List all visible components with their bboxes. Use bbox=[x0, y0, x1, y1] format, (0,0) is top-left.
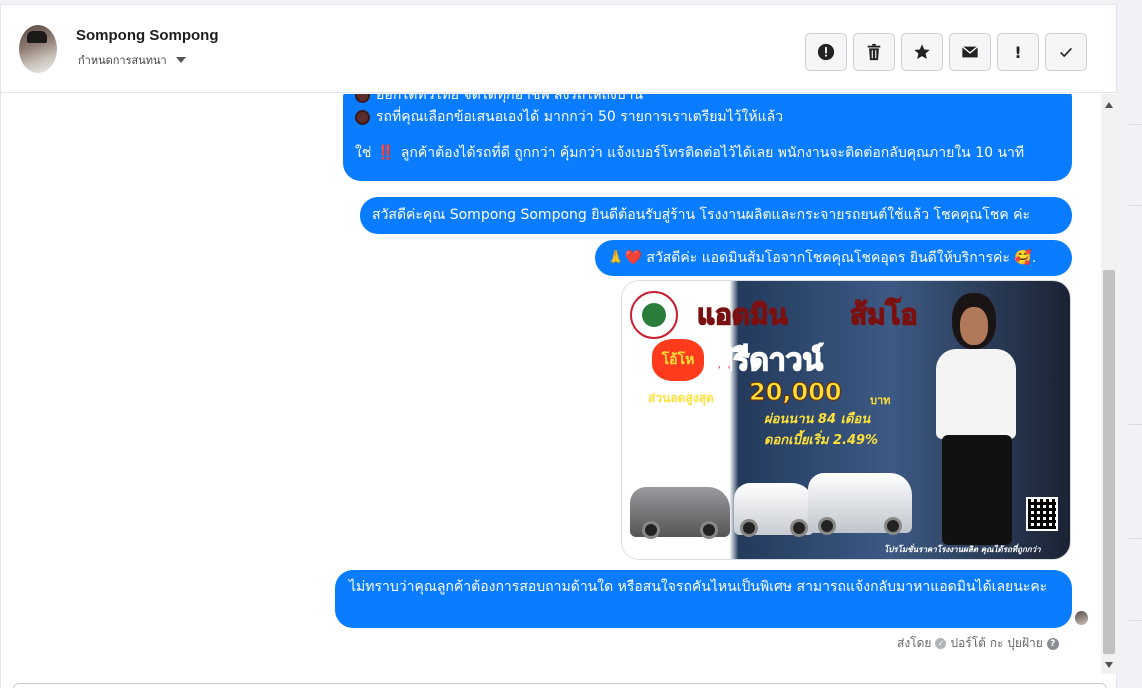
promo-interest: ดอกเบี้ยเริ่ม 2.49% bbox=[764, 433, 879, 448]
alert-circle-icon bbox=[817, 43, 835, 61]
conversation-label: กำหนดการสนทนา bbox=[78, 54, 167, 67]
help-icon[interactable]: ? bbox=[1046, 637, 1059, 650]
qr-code bbox=[1026, 497, 1058, 531]
scrollbar-thumb[interactable] bbox=[1103, 270, 1115, 654]
message-text: สวัสดีค่ะ แอดมินส้มโอจากโชคคุณโชคอุดร ยิ… bbox=[646, 250, 1010, 266]
message-bubble-3[interactable]: 🙏❤️ สวัสดีค่ะ แอดมินส้มโอจากโชคคุณโชคอุด… bbox=[595, 240, 1072, 276]
delete-button[interactable] bbox=[853, 33, 895, 71]
scroll-down-arrow-icon[interactable] bbox=[1105, 662, 1113, 668]
mark-done-button[interactable] bbox=[1045, 33, 1087, 71]
conversation-panel: Sompong Sompong กำหนดการสนทนา ! ออกได้ทั… bbox=[0, 4, 1117, 688]
promo-headline: ฟรีดาวน์ bbox=[711, 342, 824, 379]
message-bubble-2[interactable]: สวัสดีค่ะคุณ Sompong Sompong ยินดีต้อนรั… bbox=[360, 197, 1072, 234]
promo-car-white-pickup bbox=[734, 483, 814, 537]
header-actions: ! bbox=[805, 33, 1087, 71]
message-text: สวัสดีค่ะคุณ Sompong Sompong ยินดีต้อนรั… bbox=[372, 207, 1031, 223]
promo-burst-badge: โอ้โห bbox=[652, 339, 704, 381]
page-edge bbox=[1117, 0, 1142, 688]
message-text: ไม่ทราบว่าคุณลูกค้าต้องการสอบถามด้านใด ห… bbox=[349, 579, 1048, 595]
important-button[interactable]: ! bbox=[997, 33, 1039, 71]
caret-down-icon bbox=[175, 57, 186, 63]
promo-discount-value: 20,000 bbox=[749, 378, 843, 407]
mark-unread-button[interactable] bbox=[949, 33, 991, 71]
promo-discount-unit: บาท bbox=[870, 394, 891, 407]
sent-by-label: ส่งโดย bbox=[897, 636, 932, 650]
sender-name[interactable]: ปอร์โต้ กะ ปุยฝ้าย bbox=[950, 634, 1042, 653]
seen-avatar bbox=[1075, 611, 1088, 625]
message-list[interactable]: ออกได้ทั่วไทย จัดได้ทุกอาชีพ ส่งรถให้ถึง… bbox=[1, 94, 1101, 674]
message-text: . bbox=[1031, 250, 1037, 266]
star-button[interactable] bbox=[901, 33, 943, 71]
star-icon bbox=[914, 44, 930, 60]
promo-discount-label: ส่วนลดสูงสุด bbox=[648, 391, 714, 405]
image-attachment[interactable]: แอดมิน ส้มโอ โอ้โห ฟรีดาวน์ ส่วนลดสูงสุด… bbox=[621, 280, 1071, 560]
promo-installments: ผ่อนนาน 84 เดือน bbox=[764, 412, 871, 427]
conversation-header: Sompong Sompong กำหนดการสนทนา ! bbox=[1, 5, 1116, 93]
message-composer[interactable] bbox=[13, 683, 1107, 688]
promo-person bbox=[922, 289, 1042, 559]
promo-car-white-truck bbox=[808, 473, 912, 535]
dealer-logo bbox=[630, 291, 678, 339]
promo-caption: โปรโมชั่นราคาโรงงานผลิต คุณได้รถที่ถูกกว… bbox=[884, 545, 1041, 554]
trash-icon bbox=[867, 43, 881, 61]
promo-car-grey bbox=[630, 487, 730, 539]
message-text: รถที่คุณเลือกข้อเสนอเองได้ มากกว่า 50 รา… bbox=[376, 109, 784, 125]
message-line: ออกได้ทั่วไทย จัดได้ทุกอาชีพ ส่งรถให้ถึง… bbox=[355, 94, 1060, 106]
message-line: รถที่คุณเลือกข้อเสนอเองได้ มากกว่า 50 รา… bbox=[355, 106, 1060, 128]
envelope-icon bbox=[961, 46, 979, 58]
message-line: ใช่ ‼️ ลูกค้าต้องได้รถที่ดี ถูกกว่า คุ้ม… bbox=[355, 142, 1060, 164]
car-emoji-icon bbox=[355, 109, 370, 125]
vertical-scrollbar[interactable] bbox=[1101, 94, 1117, 674]
exclamation-icon: ! bbox=[1014, 42, 1022, 62]
contact-name[interactable]: Sompong Sompong bbox=[76, 27, 218, 44]
verified-check-icon: ✓ bbox=[935, 638, 947, 649]
promo-title-name: ส้มโอ bbox=[849, 297, 918, 332]
pray-emoji-icon: 🙏 bbox=[607, 250, 625, 266]
message-text: ลูกค้าต้องได้รถที่ดี ถูกกว่า คุ้มกว่า แจ… bbox=[400, 145, 1025, 161]
message-bubble-4[interactable]: ไม่ทราบว่าคุณลูกค้าต้องการสอบถามด้านใด ห… bbox=[335, 570, 1072, 628]
smiling-face-emoji-icon: 🥰 bbox=[1014, 250, 1032, 266]
checkmark-icon bbox=[1060, 47, 1072, 58]
sent-by-line: ส่งโดย ✓ ปอร์โต้ กะ ปุยฝ้าย ? bbox=[897, 634, 1059, 653]
scroll-up-arrow-icon[interactable] bbox=[1105, 102, 1113, 108]
message-text: ออกได้ทั่วไทย จัดได้ทุกอาชีพ ส่งรถให้ถึง… bbox=[376, 94, 644, 103]
heart-emoji-icon: ❤️ bbox=[624, 250, 642, 266]
mark-spam-button[interactable] bbox=[805, 33, 847, 71]
contact-avatar[interactable] bbox=[19, 25, 57, 73]
car-emoji-icon bbox=[355, 94, 370, 103]
message-bubble-1[interactable]: ออกได้ทั่วไทย จัดได้ทุกอาชีพ ส่งรถให้ถึง… bbox=[343, 94, 1072, 181]
promo-title-admin: แอดมิน bbox=[696, 297, 788, 332]
double-exclamation-icon: ‼️ bbox=[377, 145, 395, 161]
message-text: ใช่ bbox=[355, 145, 372, 161]
conversation-label-dropdown[interactable]: กำหนดการสนทนา bbox=[78, 51, 186, 69]
